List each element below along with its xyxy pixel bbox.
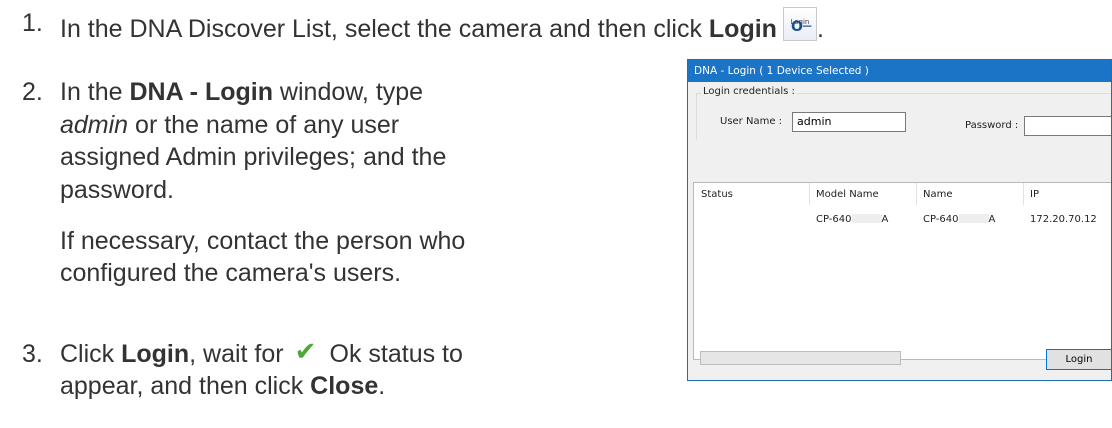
dna-login-dialog: DNA - Login ( 1 Device Selected ) Login … <box>687 59 1112 381</box>
column-model-name[interactable]: Model Name <box>816 189 879 200</box>
column-name[interactable]: Name <box>923 189 953 200</box>
password-input[interactable] <box>1024 116 1111 136</box>
step-3-number: 3. <box>22 340 43 368</box>
step-2-note-line-1: If necessary, contact the person who <box>60 227 466 255</box>
login-icon-caption: Login <box>790 18 810 26</box>
dna-login-bold: DNA - Login <box>129 78 273 106</box>
step-1-number: 1. <box>22 9 43 37</box>
row-model-name: CP-640 A <box>816 214 889 225</box>
password-label: Password : <box>965 120 1019 131</box>
instruction-document: 1. In the DNA Discover List, select the … <box>0 0 1112 428</box>
column-ip[interactable]: IP <box>1030 189 1039 200</box>
admin-italic: admin <box>60 111 129 139</box>
login-key-icon: O─ Login <box>782 7 817 41</box>
step-2-note-line-2: configured the camera's users. <box>60 259 402 287</box>
progress-bar <box>700 351 901 365</box>
step-2-line-3: assigned Admin privileges; and the <box>60 143 447 171</box>
username-label: User Name : <box>720 116 783 127</box>
login-credentials-label: Login credentials : <box>701 86 797 97</box>
step-1-text-before: In the DNA Discover List, select the cam… <box>60 15 709 43</box>
step-3-line-1: Click Login, wait for ✔ Ok status to <box>60 337 463 368</box>
row-ip: 172.20.70.12 <box>1030 214 1097 225</box>
dialog-title: DNA - Login ( 1 Device Selected ) <box>688 60 1111 82</box>
step-1-text: In the DNA Discover List, select the cam… <box>60 7 824 45</box>
step-2-number: 2. <box>22 78 43 106</box>
login-button[interactable]: Login <box>1046 349 1111 370</box>
green-checkmark-icon: ✔ <box>294 337 317 367</box>
row-name: CP-640 A <box>923 214 996 225</box>
step-3-line-2: appear, and then click Close. <box>60 372 386 400</box>
column-status[interactable]: Status <box>701 189 733 200</box>
step-2-line-4: password. <box>60 176 174 204</box>
step-3-login-bold: Login <box>121 340 190 368</box>
step-2-line-2: admin or the name of any user <box>60 111 400 139</box>
device-list: Status Model Name Name IP CP-640 A CP-640… <box>693 182 1111 360</box>
close-bold: Close <box>310 372 379 400</box>
username-input[interactable]: admin <box>792 112 906 132</box>
step-1-login-bold: Login <box>708 15 777 43</box>
step-2-line-1: In the DNA - Login window, type <box>60 78 424 106</box>
